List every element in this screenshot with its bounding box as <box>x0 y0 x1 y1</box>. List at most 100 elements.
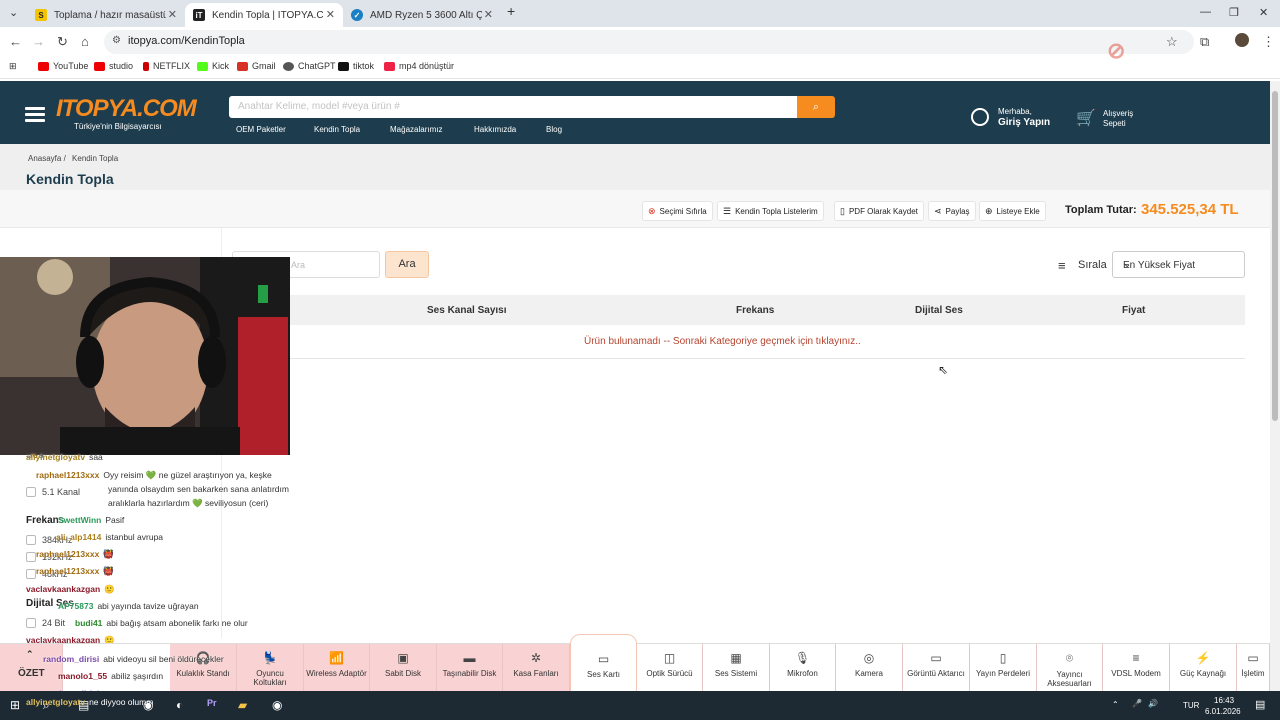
product-search-button[interactable]: Ara <box>385 251 429 278</box>
site-info-icon[interactable]: ⚙ <box>112 35 121 46</box>
close-icon[interactable]: ✕ <box>484 8 493 21</box>
category-item[interactable]: ▣ Sabit Disk <box>370 644 437 692</box>
close-icon[interactable]: ✕ <box>326 8 335 21</box>
scroll-thumb[interactable] <box>1272 91 1278 421</box>
restore-icon[interactable]: ❐ <box>1229 6 1239 19</box>
menu-dots-icon[interactable]: ⋮ <box>1262 34 1275 50</box>
checkbox[interactable] <box>26 535 36 545</box>
category-item[interactable]: ⚡ Güç Kaynağı <box>1170 644 1237 692</box>
category-item[interactable]: 🎙 Mikrofon <box>770 644 836 692</box>
checkbox[interactable] <box>26 487 36 497</box>
login-link[interactable]: Giriş Yapın <box>998 117 1050 128</box>
site-search-input[interactable]: Anahtar Kelime, model #veya ürün # <box>229 96 797 118</box>
mic-icon[interactable]: 🎤 <box>1132 699 1142 708</box>
profile-avatar[interactable] <box>1235 33 1249 47</box>
cart-icon[interactable]: 🛒 <box>1076 108 1096 128</box>
category-item[interactable]: ◎ Kamera <box>836 644 903 692</box>
breadcrumb-current: Kendin Topla <box>72 154 119 163</box>
minimize-icon[interactable]: — <box>1200 6 1211 18</box>
windows-start-icon[interactable]: ⊞ <box>10 698 20 712</box>
bookmark-tiktok[interactable]: tiktok <box>338 61 374 71</box>
filter-option[interactable]: 5.1 Kanal <box>26 487 80 497</box>
category-item[interactable]: ▦ Ses Sistemi <box>703 644 770 692</box>
nav-blog[interactable]: Blog <box>546 125 562 134</box>
category-item[interactable]: ▭ Ses Kartı <box>570 634 637 692</box>
apps-grid-icon[interactable]: ⊞ <box>9 61 17 72</box>
language-indicator[interactable]: TUR <box>1183 701 1199 710</box>
category-item[interactable]: ≡ VDSL Modem <box>1103 644 1170 692</box>
bookmark-kick[interactable]: Kick <box>197 61 229 71</box>
tray-arrow-icon[interactable]: ⌃ <box>1112 700 1119 709</box>
tab-search-icon[interactable]: ⌄ <box>9 6 18 19</box>
column-fiyat[interactable]: Fiyat <box>1122 305 1145 316</box>
window-close-icon[interactable]: ✕ <box>1259 6 1268 19</box>
category-item[interactable]: ◫ Optik Sürücü <box>637 644 703 692</box>
reload-icon[interactable]: ↻ <box>57 34 68 50</box>
close-icon[interactable]: ✕ <box>168 8 177 21</box>
sort-select[interactable]: En Yüksek Fiyat ⌄ <box>1112 251 1245 278</box>
clock-date[interactable]: 6.01.2026 <box>1205 707 1241 716</box>
hamburger-menu-icon[interactable] <box>25 107 45 125</box>
chat-line: SwettWinn Pasif <box>58 515 124 525</box>
nav-hakkimizda[interactable]: Hakkımızda <box>474 125 516 134</box>
forward-icon[interactable]: → <box>32 34 45 49</box>
nav-magazalarimiz[interactable]: Mağazalarımız <box>390 125 442 134</box>
bookmark-star-icon[interactable]: ☆ <box>1166 34 1178 50</box>
bookmark-mp4[interactable]: mp4 dönüştür <box>384 61 454 71</box>
add-to-list-button[interactable]: ⊕ Listeye Ekle <box>979 201 1046 221</box>
extensions-icon[interactable]: ⧉ <box>1200 34 1209 50</box>
category-item[interactable]: ▯ Yayın Perdeleri <box>970 644 1037 692</box>
filter-option-label: 24 Bit <box>42 618 66 628</box>
filter-option[interactable]: 24 Bit <box>26 618 65 628</box>
category-item[interactable]: ▬ Taşınabilir Disk <box>437 644 503 692</box>
obs-icon[interactable]: ◐ <box>176 698 183 712</box>
category-item[interactable]: ✲ Kasa Fanları <box>503 644 570 692</box>
breadcrumb-home[interactable]: Anasayfa / <box>28 154 66 163</box>
category-item[interactable]: 💺 Oyuncu Koltukları <box>237 644 304 692</box>
my-lists-button[interactable]: ☰ Kendin Topla Listelerim <box>717 201 824 221</box>
save-pdf-button[interactable]: ▯ PDF Olarak Kaydet <box>834 201 924 221</box>
bookmark-gmail[interactable]: Gmail <box>237 61 276 71</box>
category-item[interactable]: 📶 Wireless Adaptör <box>304 644 370 692</box>
nav-oem-paketler[interactable]: OEM Paketler <box>236 125 286 134</box>
bookmark-netflix[interactable]: NETFLIX <box>143 61 190 71</box>
bookmarks-bar: ⊞ YouTube studio NETFLIX Kick Gmail Chat… <box>0 57 1280 79</box>
tab-1[interactable]: S Toplama / hazır masaüstü oyun ✕ <box>27 3 185 27</box>
folder-icon[interactable]: ▰ <box>238 698 247 712</box>
bookmark-youtube[interactable]: YouTube <box>38 61 88 71</box>
checkbox[interactable] <box>26 618 36 628</box>
checkbox[interactable] <box>26 569 36 579</box>
category-item[interactable]: ▭ Görüntü Aktarıcı <box>903 644 970 692</box>
page-scrollbar[interactable] <box>1270 81 1280 691</box>
bookmark-studio[interactable]: studio <box>94 61 133 71</box>
clock-time[interactable]: 16:43 <box>1214 696 1234 705</box>
notifications-icon[interactable]: ▤ <box>1255 698 1265 711</box>
cart-label[interactable]: Alışveriş Sepeti <box>1103 109 1133 129</box>
bookmark-label: ChatGPT <box>298 61 336 71</box>
category-item[interactable]: 🎧 Kulaklık Standı <box>170 644 237 692</box>
new-tab-button[interactable]: + <box>507 3 515 19</box>
search-icon[interactable]: ⌕ <box>797 96 835 118</box>
site-logo[interactable]: ITOPYA.COM <box>56 95 197 123</box>
column-frekans[interactable]: Frekans <box>736 305 774 316</box>
next-category-link[interactable]: Ürün bulunamadı -- Sonraki Kategoriye ge… <box>584 336 861 347</box>
tab-2[interactable]: iT Kendin Topla | ITOPYA.COM ✕ <box>185 3 343 27</box>
share-button[interactable]: ⋖ Paylaş <box>928 201 976 221</box>
volume-icon[interactable]: 🔊 <box>1148 699 1158 708</box>
category-item[interactable]: ▭ İşletim <box>1237 644 1270 692</box>
column-ses-kanal[interactable]: Ses Kanal Sayısı <box>427 305 507 316</box>
column-dijital-ses[interactable]: Dijital Ses <box>915 305 963 316</box>
checkbox[interactable] <box>26 552 36 562</box>
tab-3[interactable]: ✓ AMD Ryzen 5 3600 Altı Çekirdek ✕ <box>343 3 501 27</box>
home-icon[interactable]: ⌂ <box>81 34 89 49</box>
premiere-icon[interactable]: Pr <box>207 698 217 708</box>
category-icon: ▬ <box>463 651 476 665</box>
url-field[interactable]: ⚙ itopya.com/KendinTopla <box>104 30 1194 54</box>
bookmark-chatgpt[interactable]: ChatGPT <box>283 61 336 71</box>
reset-selection-button[interactable]: ⊗ Seçimi Sıfırla <box>642 201 713 221</box>
nav-kendin-topla[interactable]: Kendin Topla <box>314 125 360 134</box>
chrome-active-icon[interactable]: ◉ <box>272 698 282 712</box>
back-icon[interactable]: ← <box>9 34 22 49</box>
category-item[interactable]: ⌾ Yayıncı Aksesuarları <box>1037 644 1103 692</box>
summary-button[interactable]: ⌃ ÖZET <box>0 644 63 692</box>
